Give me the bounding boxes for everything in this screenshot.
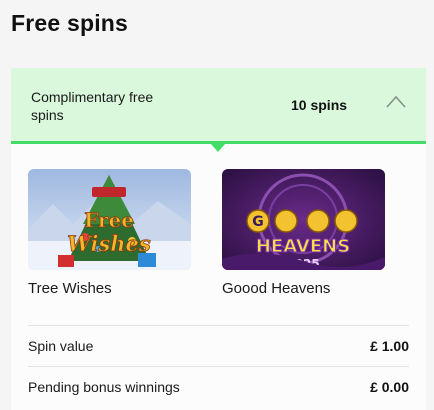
detail-value: £ 1.00 bbox=[370, 338, 409, 354]
game-thumbnail[interactable]: Free Wishes bbox=[28, 169, 191, 270]
goood-heavens-artwork: G HEAVENS 2025 bbox=[222, 169, 385, 270]
offer-label: Complimentary free spins bbox=[31, 89, 154, 123]
svg-text:Wishes: Wishes bbox=[67, 231, 151, 256]
detail-label: Pending bonus winnings bbox=[28, 379, 180, 395]
game-thumbnail[interactable]: G HEAVENS 2025 bbox=[222, 169, 385, 270]
game-name[interactable]: Tree Wishes bbox=[28, 280, 191, 297]
detail-label: Spin value bbox=[28, 338, 94, 354]
offer-accordion-header[interactable]: Complimentary free spins 10 spins bbox=[11, 68, 426, 152]
game-name[interactable]: Goood Heavens bbox=[222, 280, 385, 297]
tree-wishes-artwork: Free Wishes bbox=[28, 169, 191, 270]
svg-text:HEAVENS: HEAVENS bbox=[256, 236, 350, 257]
svg-text:G: G bbox=[252, 214, 264, 230]
spin-value-row: Spin value £ 1.00 bbox=[28, 325, 409, 366]
pending-winnings-row: Pending bonus winnings £ 0.00 bbox=[28, 366, 409, 407]
game-tile-goood-heavens[interactable]: G HEAVENS 2025 Goood Heavens bbox=[222, 169, 385, 297]
pointer-arrow bbox=[211, 144, 225, 152]
detail-value: £ 0.00 bbox=[370, 379, 409, 395]
page-title: Free spins bbox=[11, 10, 129, 36]
offer-spin-count: 10 spins bbox=[291, 97, 348, 113]
chevron-up-icon[interactable] bbox=[385, 93, 407, 109]
free-spins-offer-card: Complimentary free spins 10 spins Free W… bbox=[11, 68, 426, 410]
game-tile-tree-wishes[interactable]: Free Wishes Tree Wishes bbox=[28, 169, 191, 297]
svg-text:Free: Free bbox=[84, 208, 134, 232]
